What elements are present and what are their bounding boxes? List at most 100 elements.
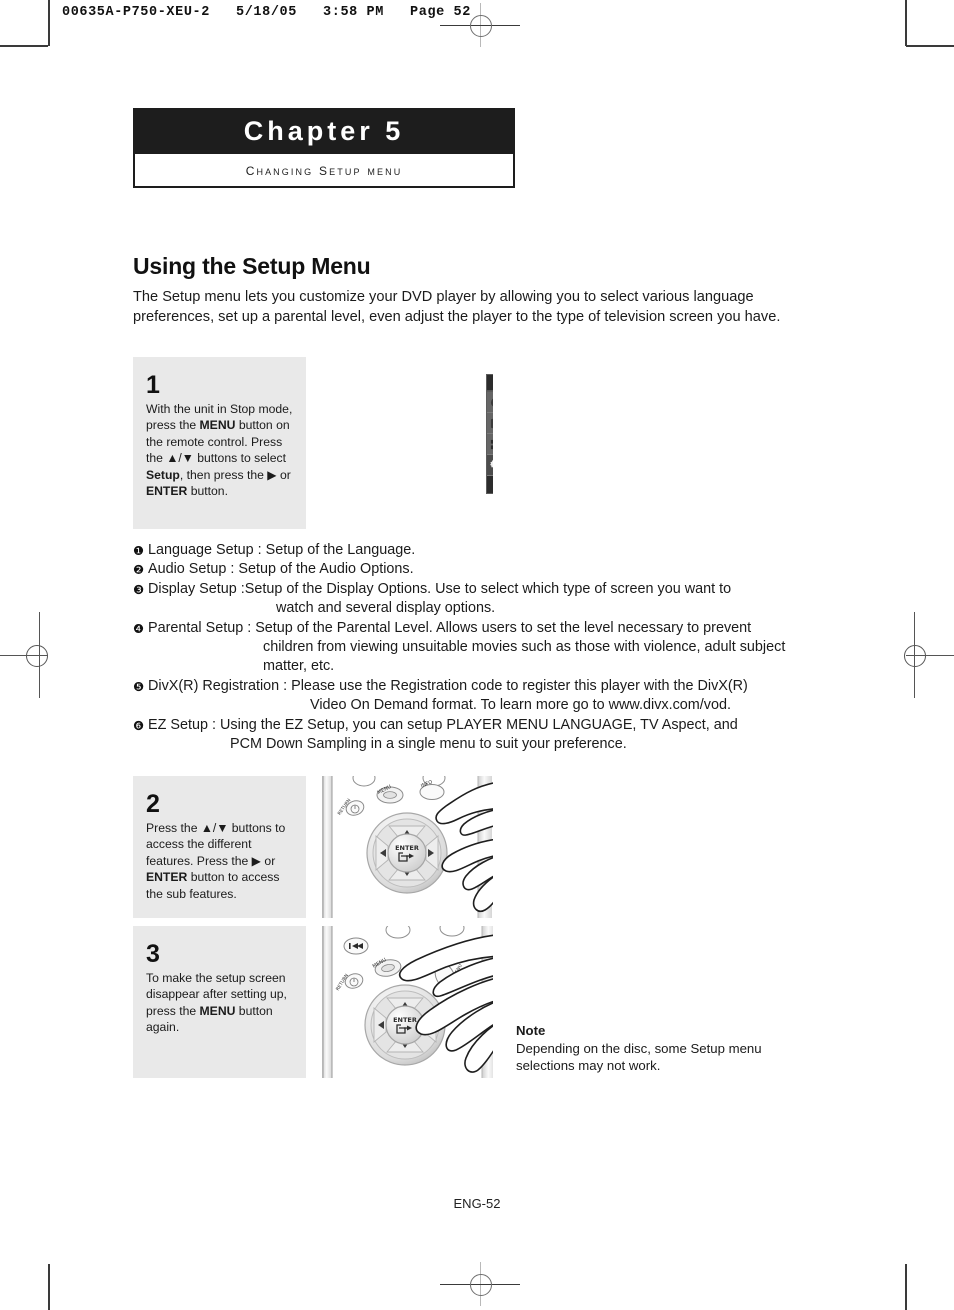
step-3-box: 3 To make the setup screen disappear aft… xyxy=(133,926,493,1078)
step-3-number: 3 xyxy=(146,940,160,968)
step-1-line-6-pre: select xyxy=(254,451,286,466)
note-title: Note xyxy=(516,1023,546,1038)
chapter-subtitle-cap-s: S xyxy=(319,160,330,179)
step-2-line-2: access the different xyxy=(146,837,252,852)
description-display-setup-line-1: Display Setup :Setup of the Display Opti… xyxy=(148,580,732,597)
osd-sidebar-item-disc-menu[interactable]: Disc Menu xyxy=(487,392,493,413)
remote-illustration-step-3: MENU RETURN DISC MENU xyxy=(306,926,493,1078)
chapter-title: Chapter 5 xyxy=(243,115,405,146)
osd-body: Disc Menu Title Menu Fun xyxy=(487,391,493,476)
step-1-line-6-post: , then press xyxy=(179,467,244,482)
bullet-4-icon: ❹ xyxy=(133,620,145,636)
description-parental-setup-line-1: Parental Setup : Setup of the Parental L… xyxy=(148,619,752,636)
description-ez-setup-line-2: PCM Down Sampling in a single menu to su… xyxy=(230,736,627,753)
osd-sidebar: Disc Menu Title Menu Fun xyxy=(487,391,493,476)
step-1-box: 1 With the unit in Stop mode, press the … xyxy=(133,357,493,529)
description-text-parental-setup: Parental Setup : Setup of the Parental L… xyxy=(148,619,833,677)
description-parental-setup-line-2: children from viewing unsuitable movies … xyxy=(263,639,786,675)
registration-mark-bottom xyxy=(440,1262,520,1306)
description-item-display-setup: ❸ Display Setup :Setup of the Display Op… xyxy=(133,580,833,619)
note-body: Depending on the disc, some Setup menu s… xyxy=(516,1040,762,1074)
description-text-language-setup: Language Setup : Setup of the Language. xyxy=(148,542,416,558)
chapter-subtitle-cap-c: C xyxy=(245,160,257,179)
registration-mark-left xyxy=(0,612,48,698)
gear-icon xyxy=(489,459,493,471)
function-icon xyxy=(489,438,493,450)
osd-bottom-hint-bar: ◄ ▲ ▼ ► ENTER RETURN M E N U xyxy=(487,475,493,493)
chapter-heading: Chapter 5 Changing Setup menu xyxy=(133,108,515,188)
svg-text:ENTER: ENTER xyxy=(393,1016,417,1024)
note-block: Note Depending on the disc, some Setup m… xyxy=(516,1022,816,1075)
step-3-line-2: disappear after setting up, xyxy=(146,987,287,1002)
step-3-line-3-pre: press the xyxy=(146,1003,200,1018)
description-text-audio-setup: Audio Setup : Setup of the Audio Options… xyxy=(148,561,414,578)
step-3-line-4: again. xyxy=(146,1020,180,1035)
crop-mark-top-left-horizontal xyxy=(0,45,48,47)
manual-page: 00635A-P750-XEU-2 5/18/05 3:58 PM Page 5… xyxy=(0,0,954,1310)
chapter-bar: Chapter 5 xyxy=(133,108,515,154)
chapter-subtitle-box: Changing Setup menu xyxy=(133,154,515,188)
step-1-line-4: control. xyxy=(207,434,248,449)
registration-mark-right xyxy=(904,612,954,698)
description-item-divx-registration: ❺ DivX(R) Registration : Please use the … xyxy=(133,677,833,716)
disc-menu-icon xyxy=(489,396,493,408)
step-1-menu-bold: MENU xyxy=(199,418,236,433)
description-display-setup-line-2: watch and several display options. xyxy=(276,600,496,617)
step-3-menu-bold: MENU xyxy=(199,1003,236,1018)
intro-paragraph: The Setup menu lets you customize your D… xyxy=(133,289,781,325)
step-1-text: 1 With the unit in Stop mode, press the … xyxy=(133,357,306,529)
description-item-parental-setup: ❹ Parental Setup : Setup of the Parental… xyxy=(133,619,833,677)
print-header: 00635A-P750-XEU-2 5/18/05 3:58 PM Page 5… xyxy=(62,5,471,20)
step-1-line-1: With the unit in Stop xyxy=(146,402,256,416)
description-text-ez-setup: EZ Setup : Using the EZ Setup, you can s… xyxy=(148,716,833,755)
description-ez-setup-line-1: EZ Setup : Using the EZ Setup, you can s… xyxy=(148,716,738,733)
remote-illustration-step-2: MENU INFO RETURN ENTER xyxy=(306,776,493,918)
bullet-5-icon: ❺ xyxy=(133,678,145,694)
crop-mark-top-right-vertical xyxy=(905,0,907,46)
crop-mark-bottom-left-vertical xyxy=(48,1264,50,1310)
osd-top-bar xyxy=(487,375,493,391)
description-text-display-setup: Display Setup :Setup of the Display Opti… xyxy=(148,580,833,619)
step-2-text: 2 Press the ▲/▼ buttons to access the di… xyxy=(133,776,306,918)
step-1-number: 1 xyxy=(146,371,160,399)
step-1-body: With the unit in Stop mode, press the ME… xyxy=(146,401,294,499)
description-divx-line-2: Video On Demand format. To learn more go… xyxy=(310,697,731,714)
osd-sidebar-item-function[interactable]: Function xyxy=(487,434,493,455)
osd-sidebar-item-title-menu[interactable]: Title Menu xyxy=(487,413,493,434)
step-1-line-7-post: button. xyxy=(187,484,228,499)
osd-sidebar-item-setup[interactable]: Setup xyxy=(487,455,493,476)
setup-menu-osd: Disc Menu Title Menu Fun xyxy=(486,374,493,494)
step-3-text: 3 To make the setup screen disappear aft… xyxy=(133,926,306,1078)
step-1-setup-bold: Setup xyxy=(146,467,180,482)
description-item-ez-setup: ❻ EZ Setup : Using the EZ Setup, you can… xyxy=(133,716,833,755)
description-divx-line-1: DivX(R) Registration : Please use the Re… xyxy=(148,677,748,694)
bullet-6-icon: ❻ xyxy=(133,717,145,733)
step-2-enter-bold: ENTER xyxy=(146,870,188,885)
description-item-language-setup: ❶ Language Setup : Setup of the Language… xyxy=(133,541,833,560)
step-2-line-1: Press the ▲/▼ buttons to xyxy=(146,821,286,835)
bullet-3-icon: ❸ xyxy=(133,581,145,597)
setup-menu-descriptions: ❶ Language Setup : Setup of the Language… xyxy=(133,541,833,754)
step-2-line-5: the sub features. xyxy=(146,886,237,901)
osd-screenshot-area: Disc Menu Title Menu Fun xyxy=(306,357,493,529)
page-footer: ENG-52 xyxy=(453,1196,501,1211)
description-text-divx-registration: DivX(R) Registration : Please use the Re… xyxy=(148,677,833,716)
crop-mark-bottom-right-vertical xyxy=(905,1264,907,1310)
page-title: Using the Setup Menu xyxy=(133,253,371,279)
bullet-2-icon: ❷ xyxy=(133,562,145,578)
description-item-audio-setup: ❷ Audio Setup : Setup of the Audio Optio… xyxy=(133,560,833,579)
chapter-subtitle-rest-etup: etup xyxy=(329,163,362,178)
chapter-subtitle: Changing Setup menu xyxy=(246,160,403,180)
step-2-number: 2 xyxy=(146,790,160,818)
crop-mark-top-right-horizontal xyxy=(906,45,954,47)
step-2-box: 2 Press the ▲/▼ buttons to access the di… xyxy=(133,776,493,918)
chapter-subtitle-rest-changing: hanging xyxy=(256,163,314,178)
step-2-line-4-post: button to access xyxy=(187,870,280,885)
step-3-body: To make the setup screen disappear after… xyxy=(146,970,294,1036)
step-1-enter-bold: ENTER xyxy=(146,484,188,499)
chapter-subtitle-rest-menu: menu xyxy=(367,163,403,178)
crop-mark-top-left-vertical xyxy=(48,0,50,46)
step-3-line-3-post: button xyxy=(235,1003,273,1018)
step-2-body: Press the ▲/▼ buttons to access the diff… xyxy=(146,820,294,902)
bullet-1-icon: ❶ xyxy=(133,543,145,558)
